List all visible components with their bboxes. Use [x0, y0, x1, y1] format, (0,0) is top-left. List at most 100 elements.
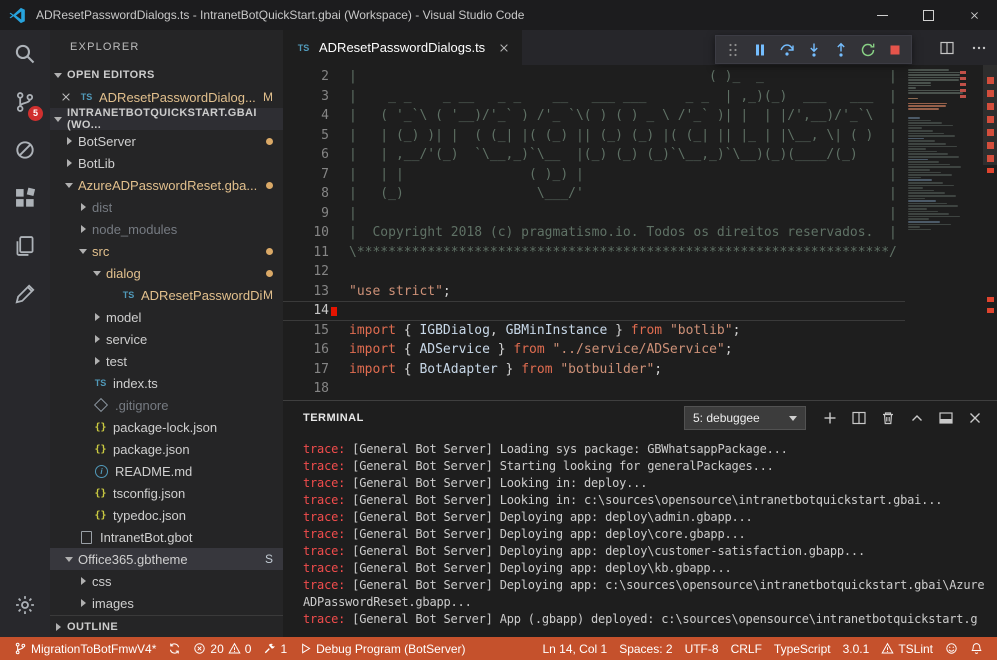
- tree-item[interactable]: node_modules: [50, 218, 283, 240]
- terminal-tab[interactable]: TERMINAL: [303, 412, 364, 424]
- notifications-button[interactable]: [964, 637, 989, 660]
- tslint-status[interactable]: TSLint: [875, 637, 939, 660]
- line-number[interactable]: 3: [283, 87, 349, 107]
- terminal-selector[interactable]: 5: debuggee: [684, 406, 806, 430]
- line-number[interactable]: 11: [283, 243, 349, 263]
- line-number[interactable]: 10: [283, 223, 349, 243]
- code-line[interactable]: 3| _ _ _ __ _ _ __ ___ ___ _ _ | ,_)(_) …: [283, 87, 905, 107]
- outline-header[interactable]: OUTLINE: [50, 615, 283, 637]
- code-line[interactable]: 18: [283, 379, 905, 399]
- gripper-button[interactable]: [719, 37, 746, 62]
- tree-item[interactable]: dialog: [50, 262, 283, 284]
- ts-version-status[interactable]: 3.0.1: [837, 637, 876, 660]
- git-branch-status[interactable]: MigrationToBotFmwV4*: [8, 637, 162, 660]
- step-out-button[interactable]: [827, 37, 854, 62]
- activity-edit-button[interactable]: [0, 270, 50, 318]
- step-into-button[interactable]: [800, 37, 827, 62]
- restart-button[interactable]: [854, 37, 881, 62]
- cursor-position[interactable]: Ln 14, Col 1: [536, 637, 613, 660]
- tree-item[interactable]: src: [50, 240, 283, 262]
- split-editor-button[interactable]: [939, 40, 955, 56]
- line-number[interactable]: 18: [283, 379, 349, 399]
- line-number[interactable]: 9: [283, 204, 349, 224]
- tree-item[interactable]: {}package.json: [50, 438, 283, 460]
- line-number[interactable]: 17: [283, 360, 349, 380]
- eol-status[interactable]: CRLF: [725, 637, 768, 660]
- tab-close-icon[interactable]: [498, 42, 510, 54]
- line-number[interactable]: 16: [283, 340, 349, 360]
- code-line[interactable]: 17import { BotAdapter } from "botbuilder…: [283, 360, 905, 380]
- indentation-status[interactable]: Spaces: 2: [613, 637, 678, 660]
- line-number[interactable]: 7: [283, 165, 349, 185]
- open-editors-header[interactable]: OPEN EDITORS: [50, 64, 283, 86]
- minimize-button[interactable]: [859, 0, 905, 30]
- code-line[interactable]: 2| ( )_ _ |: [283, 67, 905, 87]
- task-status[interactable]: 1: [257, 637, 293, 660]
- feedback-button[interactable]: [939, 637, 964, 660]
- open-editor-item[interactable]: TSADResetPasswordDialog...M: [50, 86, 283, 108]
- line-number[interactable]: 14: [283, 302, 349, 320]
- encoding-status[interactable]: UTF-8: [679, 637, 725, 660]
- tree-item[interactable]: TSADResetPasswordDial...M: [50, 284, 283, 306]
- tree-item[interactable]: model: [50, 306, 283, 328]
- line-number[interactable]: 12: [283, 262, 349, 282]
- code-line[interactable]: 9| |: [283, 204, 905, 224]
- tree-item[interactable]: AzureADPasswordReset.gba...: [50, 174, 283, 196]
- tree-item[interactable]: test: [50, 350, 283, 372]
- add-button[interactable]: [822, 410, 838, 426]
- tree-item[interactable]: .gitignore: [50, 394, 283, 416]
- tree-item[interactable]: service: [50, 328, 283, 350]
- code-line[interactable]: 4| ( '_`\ ( '__)/'_` ) /'_ `\( ) ( ) _ \…: [283, 106, 905, 126]
- tree-item[interactable]: iREADME.md: [50, 460, 283, 482]
- code-line[interactable]: 15import { IGBDialog, GBMinInstance } fr…: [283, 321, 905, 341]
- terminal-output[interactable]: trace: [General Bot Server] Loading sys …: [303, 435, 985, 637]
- sync-button[interactable]: [162, 637, 187, 660]
- code-line[interactable]: 10| Copyright 2018 (c) pragmatismo.io. T…: [283, 223, 905, 243]
- activity-documents-button[interactable]: [0, 222, 50, 270]
- code-line[interactable]: 12: [283, 262, 905, 282]
- activity-source-control-button[interactable]: 5: [0, 78, 50, 126]
- tree-item[interactable]: IntranetBot.gbot: [50, 526, 283, 548]
- code-line[interactable]: 16import { ADService } from "../service/…: [283, 340, 905, 360]
- line-number[interactable]: 6: [283, 145, 349, 165]
- tree-item[interactable]: TSindex.ts: [50, 372, 283, 394]
- line-number[interactable]: 4: [283, 106, 349, 126]
- line-number[interactable]: 15: [283, 321, 349, 341]
- more-button[interactable]: [971, 40, 987, 56]
- stop-button[interactable]: [881, 37, 908, 62]
- pause-button[interactable]: [746, 37, 773, 62]
- close-window-button[interactable]: [951, 0, 997, 30]
- code-line[interactable]: 14: [283, 301, 905, 321]
- maximize-button[interactable]: [905, 0, 951, 30]
- code-line[interactable]: 6| | ,__/'(_) `\__,_)`\__ |(_) (_) (_)`\…: [283, 145, 905, 165]
- tree-item[interactable]: Office365.gbthemeS: [50, 548, 283, 570]
- tree-item[interactable]: {}package-lock.json: [50, 416, 283, 438]
- code-line[interactable]: 11\*************************************…: [283, 243, 905, 263]
- activity-debug-button[interactable]: [0, 126, 50, 174]
- activity-settings-button[interactable]: [0, 581, 50, 629]
- tree-item[interactable]: {}tsconfig.json: [50, 482, 283, 504]
- trash-button[interactable]: [880, 410, 896, 426]
- activity-search-button[interactable]: [0, 30, 50, 78]
- tree-item[interactable]: BotServer: [50, 130, 283, 152]
- close-button[interactable]: [967, 410, 983, 426]
- tree-item[interactable]: {}typedoc.json: [50, 504, 283, 526]
- line-number[interactable]: 13: [283, 282, 349, 302]
- tab-adresetpassworddialogs[interactable]: TS ADResetPasswordDialogs.ts: [283, 30, 522, 65]
- code-line[interactable]: 7| | | ( )_) | |: [283, 165, 905, 185]
- problems-status[interactable]: 20 0: [187, 637, 257, 660]
- activity-extensions-button[interactable]: [0, 174, 50, 222]
- chevron-up-button[interactable]: [909, 410, 925, 426]
- workspace-header[interactable]: INTRANETBOTQUICKSTART.GBAI (WO...: [50, 108, 283, 130]
- code-line[interactable]: 13"use strict";: [283, 282, 905, 302]
- code-line[interactable]: 8| (_) \___/' |: [283, 184, 905, 204]
- tree-item[interactable]: css: [50, 570, 283, 592]
- tree-item[interactable]: BotLib: [50, 152, 283, 174]
- close-editor-icon[interactable]: [60, 91, 72, 103]
- minimap[interactable]: [905, 65, 967, 400]
- line-number[interactable]: 2: [283, 67, 349, 87]
- step-over-button[interactable]: [773, 37, 800, 62]
- line-number[interactable]: 5: [283, 126, 349, 146]
- split-terminal-button[interactable]: [851, 410, 867, 426]
- panel-toggle-button[interactable]: [938, 410, 954, 426]
